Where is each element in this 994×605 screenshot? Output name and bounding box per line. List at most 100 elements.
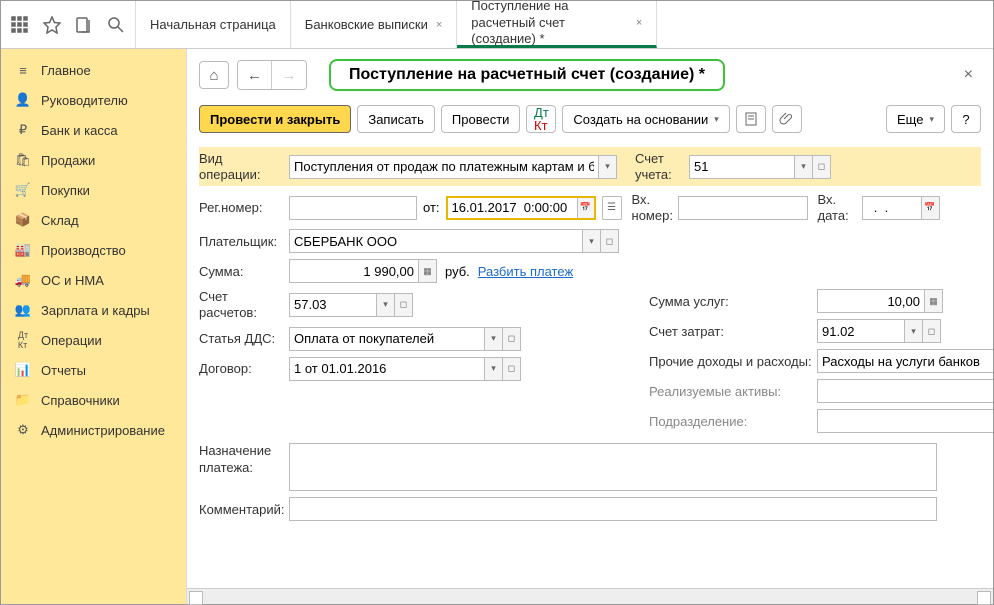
service-sum-input[interactable] [817, 289, 925, 313]
paperclip-icon [779, 111, 795, 127]
back-button[interactable]: ← [238, 61, 272, 89]
payer-input[interactable] [289, 229, 583, 253]
tabs: Начальная страница Банковские выписки× П… [136, 1, 657, 48]
calc-icon[interactable]: ▦ [419, 259, 437, 283]
sidebar-item-hr[interactable]: 👥Зарплата и кадры [1, 295, 186, 325]
label-payer: Плательщик: [199, 234, 289, 249]
label-dds: Статья ДДС: [199, 331, 289, 346]
other-inc-exp-input[interactable] [817, 349, 993, 373]
gear-icon: ⚙ [15, 422, 31, 438]
in-date-input[interactable] [862, 196, 922, 220]
open-icon[interactable]: ◻ [923, 319, 941, 343]
folder-icon: 📁 [15, 392, 31, 408]
topbar: Начальная страница Банковские выписки× П… [1, 1, 993, 49]
post-and-close-button[interactable]: Провести и закрыть [199, 105, 351, 133]
sidebar-item-references[interactable]: 📁Справочники [1, 385, 186, 415]
sidebar-item-sales[interactable]: 🛍Продажи [1, 145, 186, 175]
history-icon[interactable] [71, 12, 97, 38]
search-icon[interactable] [103, 12, 129, 38]
calc-icon[interactable]: ▦ [925, 289, 943, 313]
dropdown-icon[interactable]: ▾ [795, 155, 813, 179]
dropdown-icon[interactable]: ▾ [485, 327, 503, 351]
open-icon[interactable]: ◻ [503, 357, 521, 381]
print-button[interactable] [736, 105, 766, 133]
contract-input[interactable] [289, 357, 485, 381]
apps-icon[interactable] [7, 12, 33, 38]
sidebar-item-manager[interactable]: 👤Руководителю [1, 85, 186, 115]
dropdown-icon[interactable]: ▾ [905, 319, 923, 343]
dropdown-icon[interactable]: ▾ [599, 155, 617, 179]
sidebar-item-operations[interactable]: ДтКтОперации [1, 325, 186, 355]
horizontal-scrollbar[interactable] [187, 588, 993, 604]
open-icon[interactable]: ◻ [503, 327, 521, 351]
sidebar-item-warehouse[interactable]: 📦Склад [1, 205, 186, 235]
sidebar-item-bank[interactable]: ₽Банк и касса [1, 115, 186, 145]
label-in-date: Вх. дата: [818, 192, 862, 223]
comment-input[interactable] [289, 497, 937, 521]
label-settle-acc: Счет расчетов: [199, 289, 289, 320]
attach-button[interactable] [772, 105, 802, 133]
split-payment-link[interactable]: Разбить платеж [478, 264, 573, 279]
calendar-icon[interactable]: 📅 [922, 196, 940, 220]
close-icon[interactable]: × [436, 19, 442, 31]
cost-acc-input[interactable] [817, 319, 905, 343]
create-based-button[interactable]: Создать на основании [562, 105, 729, 133]
in-no-input[interactable] [678, 196, 808, 220]
open-icon[interactable]: ◻ [813, 155, 831, 179]
save-button[interactable]: Записать [357, 105, 435, 133]
tab-bank-statements[interactable]: Банковские выписки× [291, 1, 458, 48]
division-input[interactable] [817, 409, 993, 433]
header: ⌂ ← → Поступление на расчетный счет (соз… [187, 49, 993, 101]
topbar-icons [1, 1, 136, 48]
dropdown-icon[interactable]: ▾ [583, 229, 601, 253]
toolbar: Провести и закрыть Записать Провести ДтК… [187, 101, 993, 143]
label-from: от: [423, 200, 440, 215]
label-other-inc-exp: Прочие доходы и расходы: [649, 354, 817, 369]
sidebar-item-assets[interactable]: 🚚ОС и НМА [1, 265, 186, 295]
tab-home[interactable]: Начальная страница [136, 1, 291, 48]
sidebar-item-reports[interactable]: 📊Отчеты [1, 355, 186, 385]
settle-acc-input[interactable] [289, 293, 377, 317]
operation-type-input[interactable] [289, 155, 599, 179]
post-button[interactable]: Провести [441, 105, 521, 133]
assets-input[interactable] [817, 379, 993, 403]
sidebar-item-label: Отчеты [41, 363, 86, 378]
help-button[interactable]: ? [951, 105, 981, 133]
sidebar-item-main[interactable]: ≡Главное [1, 55, 186, 85]
close-button[interactable]: × [956, 62, 981, 88]
sum-input[interactable] [289, 259, 419, 283]
users-icon: 👥 [15, 302, 31, 318]
date-input[interactable] [446, 196, 578, 220]
label-purpose: Назначение платежа: [199, 443, 289, 477]
regno-input[interactable] [289, 196, 417, 220]
account-input[interactable] [689, 155, 795, 179]
select-button[interactable]: ☰ [602, 196, 622, 220]
open-icon[interactable]: ◻ [395, 293, 413, 317]
open-icon[interactable]: ◻ [601, 229, 619, 253]
sidebar-item-label: Производство [41, 243, 126, 258]
sidebar-item-production[interactable]: 🏭Производство [1, 235, 186, 265]
dropdown-icon[interactable]: ▾ [377, 293, 395, 317]
dds-input[interactable] [289, 327, 485, 351]
sidebar-item-label: Операции [41, 333, 102, 348]
close-icon[interactable]: × [636, 17, 642, 29]
star-icon[interactable] [39, 12, 65, 38]
nav-buttons: ← → [237, 60, 307, 90]
truck-icon: 🚚 [15, 272, 31, 288]
sidebar: ≡Главное 👤Руководителю ₽Банк и касса 🛍Пр… [1, 49, 187, 604]
more-button[interactable]: Еще [886, 105, 945, 133]
sidebar-item-label: Главное [41, 63, 91, 78]
sidebar-item-admin[interactable]: ⚙Администрирование [1, 415, 186, 445]
cart-icon: 🛒 [15, 182, 31, 198]
sidebar-item-label: Покупки [41, 183, 90, 198]
home-button[interactable]: ⌂ [199, 61, 229, 89]
dropdown-icon[interactable]: ▾ [485, 357, 503, 381]
sidebar-item-label: Банк и касса [41, 123, 118, 138]
purpose-textarea[interactable] [289, 443, 937, 491]
calendar-icon[interactable]: 📅 [578, 196, 596, 220]
forward-button[interactable]: → [272, 61, 306, 89]
sidebar-item-purchases[interactable]: 🛒 Покупки [1, 175, 186, 205]
dtkt-button[interactable]: ДтКт [526, 105, 556, 133]
label-in-no: Вх. номер: [632, 192, 678, 223]
tab-receipt[interactable]: Поступление на расчетный счет (создание)… [457, 1, 657, 48]
